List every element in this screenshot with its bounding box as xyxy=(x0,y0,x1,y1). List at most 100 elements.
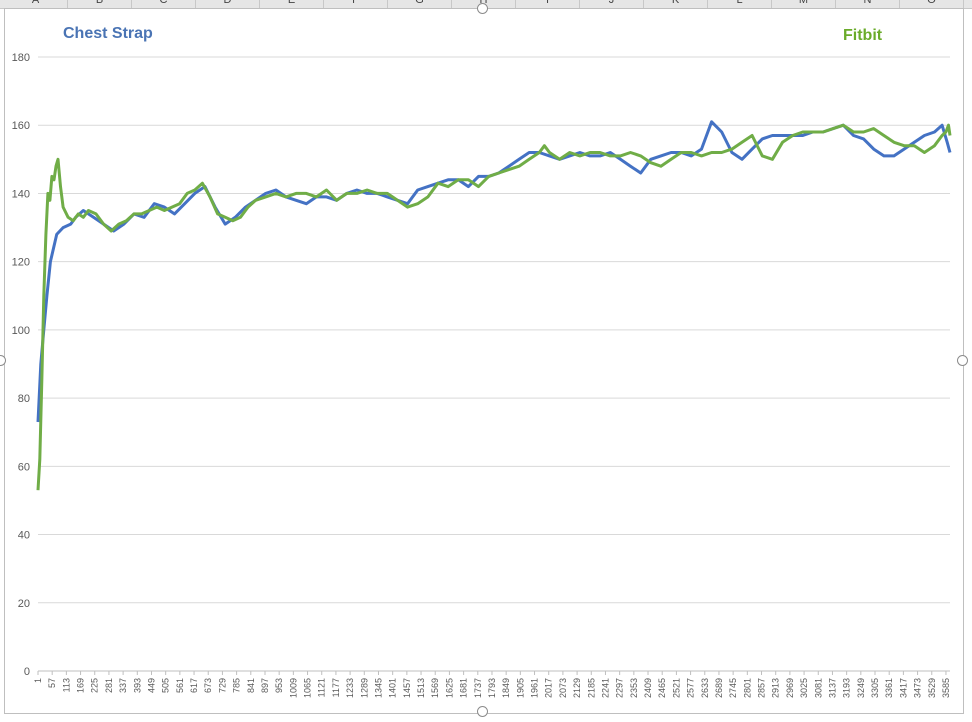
x-tick-label: 1177 xyxy=(331,678,341,697)
x-tick-label: 2129 xyxy=(572,678,582,698)
legend-fitbit: Fitbit xyxy=(843,27,883,44)
x-tick-label: 1233 xyxy=(345,678,355,698)
y-tick-label: 100 xyxy=(12,325,30,337)
y-tick-label: 120 xyxy=(12,257,30,269)
resize-handle-right[interactable] xyxy=(957,355,968,366)
x-tick-label: 1289 xyxy=(359,678,369,698)
x-tick-label: 2353 xyxy=(629,678,639,698)
x-tick-label: 2745 xyxy=(728,678,738,698)
x-tick-label: 2521 xyxy=(671,678,681,698)
x-tick-label: 2969 xyxy=(785,678,795,698)
column-header-k[interactable]: K xyxy=(644,0,708,8)
x-tick-label: 337 xyxy=(118,678,128,693)
x-tick-label: 2577 xyxy=(686,678,696,698)
x-tick-label: 897 xyxy=(260,678,270,693)
x-tick-label: 1513 xyxy=(416,678,426,698)
y-tick-label: 60 xyxy=(18,461,30,473)
x-tick-label: 2073 xyxy=(558,678,568,698)
column-header-m[interactable]: M xyxy=(772,0,836,8)
y-tick-label: 20 xyxy=(18,598,30,610)
gridlines xyxy=(38,56,950,672)
x-tick-label: 1569 xyxy=(430,678,440,698)
x-tick-label: 1793 xyxy=(487,678,497,698)
column-header-l[interactable]: L xyxy=(708,0,772,8)
x-tick-label: 1457 xyxy=(402,678,412,698)
column-header-j[interactable]: J xyxy=(580,0,644,8)
x-tick-label: 281 xyxy=(104,678,114,693)
y-tick-label: 40 xyxy=(18,530,30,542)
x-tick-label: 3081 xyxy=(813,678,823,698)
x-tick-label: 3193 xyxy=(842,678,852,698)
x-tick-label: 2297 xyxy=(615,678,625,698)
x-tick-label: 2241 xyxy=(600,678,610,698)
x-tick-label: 1849 xyxy=(501,678,511,698)
column-header-e[interactable]: E xyxy=(260,0,324,8)
x-tick-label: 3305 xyxy=(870,678,880,698)
x-tick-label: 2689 xyxy=(714,678,724,698)
column-header-o[interactable]: O xyxy=(900,0,964,8)
x-tick-label: 953 xyxy=(274,678,284,693)
x-tick-label: 3137 xyxy=(827,678,837,698)
y-tick-label: 140 xyxy=(12,188,30,200)
series-fitbit-line xyxy=(36,123,952,491)
x-tick-label: 3249 xyxy=(856,678,866,698)
x-tick-label: 3473 xyxy=(913,678,923,698)
column-header-d[interactable]: D xyxy=(196,0,260,8)
y-tick-label: 160 xyxy=(12,120,30,132)
y-tick-label: 0 xyxy=(24,666,30,678)
x-tick-label: 3585 xyxy=(941,678,951,698)
x-tick-label: 2633 xyxy=(700,678,710,698)
x-tick-label: 3529 xyxy=(927,678,937,698)
x-tick-label: 785 xyxy=(232,678,242,693)
resize-handle-top[interactable] xyxy=(477,3,488,14)
y-axis-ticks: 0 20 40 60 80 100 120 140 160 180 xyxy=(12,52,30,678)
column-header-i[interactable]: I xyxy=(516,0,580,8)
x-tick-label: 1401 xyxy=(388,678,398,698)
y-tick-label: 80 xyxy=(18,393,30,405)
x-tick-label: 3417 xyxy=(898,678,908,698)
x-tick-label: 2913 xyxy=(771,678,781,698)
x-tick-label: 1625 xyxy=(444,678,454,698)
column-header-g[interactable]: G xyxy=(388,0,452,8)
x-tick-label: 1681 xyxy=(459,678,469,698)
series-chest-strap-line xyxy=(36,120,952,423)
series-lines xyxy=(36,120,952,491)
x-tick-label: 2409 xyxy=(643,678,653,698)
x-tick-label: 2185 xyxy=(586,678,596,698)
x-tick-label: 393 xyxy=(132,678,142,693)
chart-area[interactable]: 0 20 40 60 80 100 120 140 160 180 1 57 113 169 225 281… xyxy=(4,8,964,714)
column-header-c[interactable]: C xyxy=(132,0,196,8)
x-tick-label: 1065 xyxy=(303,678,313,698)
x-tick-label: 3025 xyxy=(799,678,809,698)
x-axis-ticks: 1 57 113 169 225 281 337 393 449 505 561 617 673 729 7… xyxy=(33,671,951,698)
column-header-b[interactable]: B xyxy=(68,0,132,8)
x-tick-label: 1737 xyxy=(473,678,483,698)
column-header-a[interactable]: A xyxy=(4,0,68,8)
x-tick-label: 3361 xyxy=(884,678,894,698)
x-tick-label: 561 xyxy=(175,678,185,693)
x-tick-label: 2017 xyxy=(544,678,554,698)
x-tick-label: 617 xyxy=(189,678,199,693)
x-tick-label: 1961 xyxy=(530,678,540,698)
x-tick-label: 2857 xyxy=(757,678,767,698)
x-tick-label: 113 xyxy=(61,678,71,692)
x-tick-label: 449 xyxy=(146,678,156,693)
x-tick-label: 1009 xyxy=(288,678,298,698)
x-tick-label: 673 xyxy=(203,678,213,693)
x-tick-label: 1345 xyxy=(373,678,383,698)
x-tick-label: 2465 xyxy=(657,678,667,698)
column-header-f[interactable]: F xyxy=(324,0,388,8)
x-tick-label: 841 xyxy=(246,678,256,693)
y-tick-label: 180 xyxy=(12,52,30,64)
x-tick-label: 1 xyxy=(33,678,43,683)
x-tick-label: 2801 xyxy=(742,678,752,698)
x-tick-label: 1121 xyxy=(317,678,327,697)
column-header-n[interactable]: N xyxy=(836,0,900,8)
resize-handle-bottom[interactable] xyxy=(477,706,488,717)
x-tick-label: 169 xyxy=(76,678,86,693)
legend-chest-strap: Chest Strap xyxy=(63,25,153,42)
x-tick-label: 729 xyxy=(217,678,227,693)
x-tick-label: 505 xyxy=(161,678,171,693)
line-chart: 0 20 40 60 80 100 120 140 160 180 1 57 113 169 225 281… xyxy=(12,25,952,698)
x-tick-label: 1905 xyxy=(515,678,525,698)
